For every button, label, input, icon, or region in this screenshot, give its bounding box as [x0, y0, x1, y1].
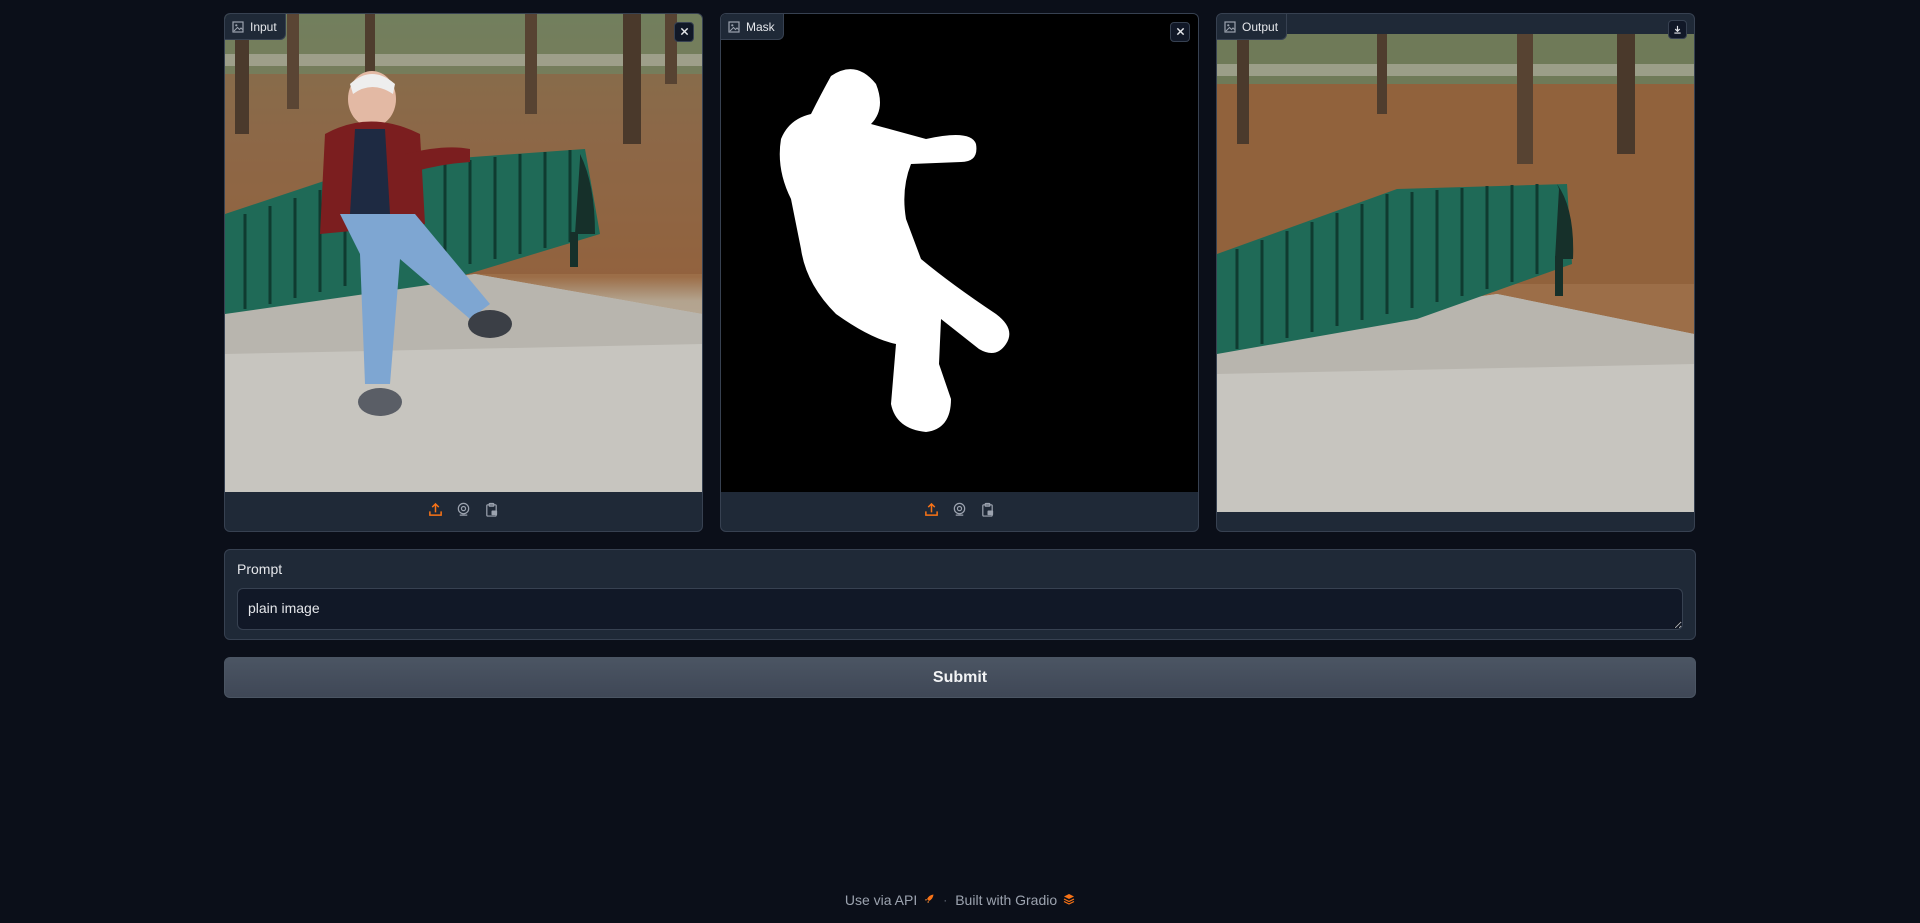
footer: Use via API · Built with Gradio: [0, 890, 1920, 910]
webcam-button[interactable]: [951, 502, 969, 522]
image-icon: [728, 20, 740, 33]
input-toolbar: [225, 492, 702, 531]
image-icon: [1224, 20, 1236, 33]
paste-clipboard-button[interactable]: [979, 502, 997, 522]
rocket-icon: [923, 892, 935, 908]
webcam-icon: [456, 502, 471, 522]
mask-image[interactable]: [721, 14, 1198, 492]
prompt-block: Prompt: [224, 549, 1696, 640]
input-image[interactable]: [225, 14, 702, 492]
upload-icon: [428, 502, 443, 522]
footer-separator: ·: [943, 893, 948, 907]
mask-label-chip: Mask: [721, 14, 784, 40]
output-label-chip: Output: [1217, 14, 1288, 40]
input-label-chip: Input: [225, 14, 286, 40]
upload-button[interactable]: [427, 502, 445, 522]
submit-button[interactable]: Submit: [224, 657, 1696, 698]
mask-image-panel: Mask: [720, 13, 1199, 532]
input-label: Input: [250, 19, 277, 34]
close-icon: [680, 23, 689, 41]
use-via-api-label: Use via API: [844, 892, 918, 908]
clear-mask-button[interactable]: [1170, 22, 1190, 42]
output-image: [1217, 34, 1694, 512]
upload-icon: [924, 502, 939, 522]
webcam-icon: [952, 502, 967, 522]
output-image-panel: Output: [1216, 13, 1695, 532]
download-icon: [1673, 21, 1682, 39]
built-with-gradio-label: Built with Gradio: [955, 892, 1058, 908]
gradio-logo-icon: [1063, 892, 1075, 908]
upload-button[interactable]: [923, 502, 941, 522]
input-image-panel: Input: [224, 13, 703, 532]
image-icon: [232, 20, 244, 33]
webcam-button[interactable]: [455, 502, 473, 522]
clipboard-icon: [484, 502, 499, 522]
prompt-input[interactable]: [237, 588, 1683, 630]
close-icon: [1176, 23, 1185, 41]
clear-input-button[interactable]: [674, 22, 694, 42]
output-label: Output: [1242, 19, 1279, 34]
prompt-label: Prompt: [237, 561, 283, 577]
built-with-gradio-link[interactable]: Built with Gradio: [955, 892, 1075, 908]
mask-toolbar: [721, 492, 1198, 531]
paste-clipboard-button[interactable]: [483, 502, 501, 522]
clipboard-icon: [980, 502, 995, 522]
download-button[interactable]: [1668, 20, 1687, 39]
mask-label: Mask: [746, 19, 775, 34]
use-via-api-link[interactable]: Use via API: [845, 892, 935, 908]
